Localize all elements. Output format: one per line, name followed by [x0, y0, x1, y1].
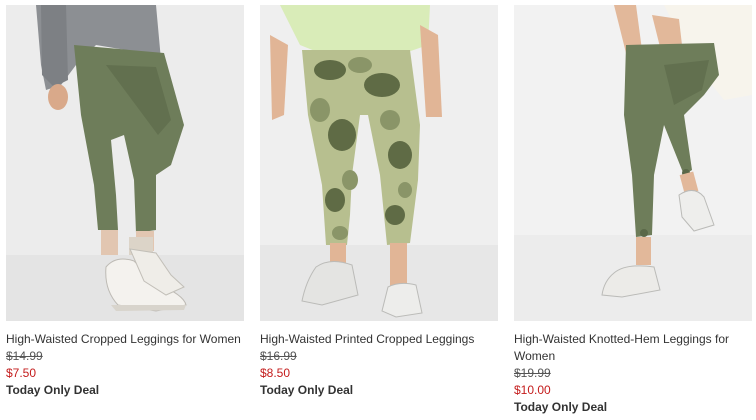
camo-cropped-leggings-photo-icon [260, 5, 498, 321]
olive-cropped-leggings-photo-icon [6, 5, 244, 321]
product-name[interactable]: High-Waisted Printed Cropped Leggings [260, 331, 498, 348]
original-price: $14.99 [6, 349, 43, 363]
deal-badge: Today Only Deal [260, 383, 354, 397]
sale-price: $8.50 [260, 366, 291, 380]
product-card[interactable]: High-Waisted Printed Cropped Leggings $1… [260, 5, 498, 399]
product-name[interactable]: High-Waisted Knotted-Hem Leggings for Wo… [514, 331, 752, 365]
olive-knotted-hem-leggings-photo-icon [514, 5, 752, 321]
original-price: $19.99 [514, 366, 551, 380]
product-image[interactable] [6, 5, 244, 321]
product-card[interactable]: High-Waisted Cropped Leggings for Women … [6, 5, 244, 399]
original-price: $16.99 [260, 349, 297, 363]
sale-price: $10.00 [514, 383, 551, 397]
product-image[interactable] [514, 5, 752, 321]
product-name[interactable]: High-Waisted Cropped Leggings for Women [6, 331, 244, 348]
sale-price: $7.50 [6, 366, 37, 380]
product-image[interactable] [260, 5, 498, 321]
deal-badge: Today Only Deal [6, 383, 100, 397]
product-grid: High-Waisted Cropped Leggings for Women … [0, 0, 756, 420]
deal-badge: Today Only Deal [514, 400, 608, 414]
product-card[interactable]: High-Waisted Knotted-Hem Leggings for Wo… [514, 5, 752, 416]
